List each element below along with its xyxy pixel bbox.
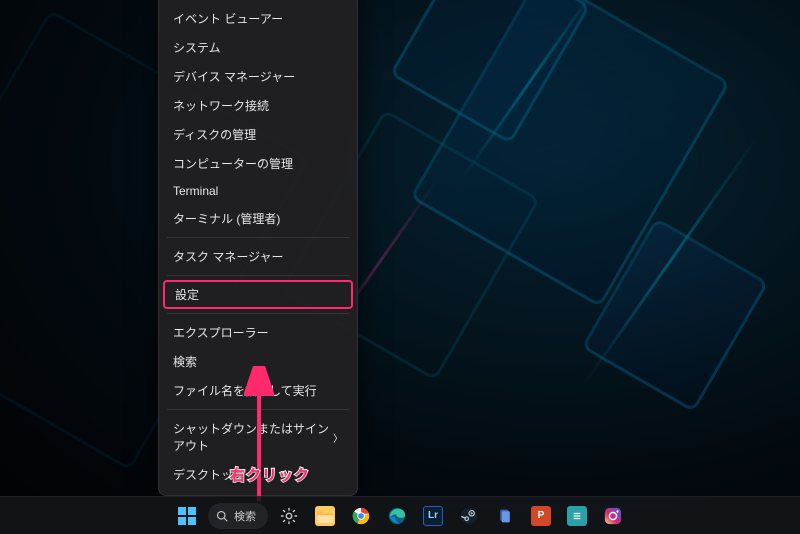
cm-run[interactable]: ファイル名を指定して実行	[159, 376, 357, 405]
cm-desktop[interactable]: デスクトップ	[159, 460, 357, 489]
chevron-right-icon: 〉	[333, 430, 343, 445]
cm-settings[interactable]: 設定	[163, 280, 353, 309]
cm-label: タスク マネージャー	[173, 248, 284, 265]
start-button[interactable]	[172, 501, 202, 531]
cm-label: ターミナル (管理者)	[173, 210, 280, 227]
cm-event-viewer[interactable]: イベント ビューアー	[159, 4, 357, 33]
cm-task-manager[interactable]: タスク マネージャー	[159, 242, 357, 271]
cm-device-manager[interactable]: デバイス マネージャー	[159, 62, 357, 91]
folder-icon	[315, 506, 335, 526]
cm-disk-management[interactable]: ディスクの管理	[159, 120, 357, 149]
cm-label: 検索	[173, 353, 197, 370]
taskbar-powerpoint[interactable]: P	[526, 501, 556, 531]
gear-icon	[280, 507, 298, 525]
cm-label: コンピューターの管理	[173, 155, 293, 172]
cm-network-connections[interactable]: ネットワーク接続	[159, 91, 357, 120]
cm-label: エクスプローラー	[173, 324, 269, 341]
taskbar-instagram[interactable]	[598, 501, 628, 531]
taskbar-explorer[interactable]	[310, 501, 340, 531]
cm-system[interactable]: システム	[159, 33, 357, 62]
cm-label: ファイル名を指定して実行	[173, 382, 317, 399]
cm-label: システム	[173, 39, 221, 56]
cm-separator	[167, 237, 349, 238]
taskbar-lightroom[interactable]: Lr	[418, 501, 448, 531]
steam-icon	[460, 507, 478, 525]
winx-context-menu: インストールされているアプリ 電源オプション イベント ビューアー システム デ…	[158, 0, 358, 496]
taskbar-teal-app[interactable]	[562, 501, 592, 531]
search-label: 検索	[234, 508, 256, 524]
cm-explorer[interactable]: エクスプローラー	[159, 318, 357, 347]
lightroom-icon: Lr	[423, 506, 443, 526]
cm-label: デバイス マネージャー	[173, 68, 295, 85]
cm-label: ネットワーク接続	[173, 97, 269, 114]
cm-computer-management[interactable]: コンピューターの管理	[159, 149, 357, 178]
cm-separator	[167, 275, 349, 276]
taskbar-steam[interactable]	[454, 501, 484, 531]
search-icon	[216, 510, 228, 522]
windows-icon	[178, 507, 196, 525]
taskbar: 検索	[0, 496, 800, 534]
cm-label: イベント ビューアー	[173, 10, 283, 27]
taskbar-search[interactable]: 検索	[208, 503, 268, 529]
instagram-icon	[604, 507, 622, 525]
cm-search[interactable]: 検索	[159, 347, 357, 376]
taskbar-settings[interactable]	[274, 501, 304, 531]
cm-label: シャットダウンまたはサインアウト	[173, 420, 333, 454]
cm-shutdown-signout[interactable]: シャットダウンまたはサインアウト 〉	[159, 414, 357, 460]
taskbar-files[interactable]	[490, 501, 520, 531]
cm-label: デスクトップ	[173, 466, 245, 483]
cm-terminal[interactable]: Terminal	[159, 178, 357, 204]
taskbar-edge[interactable]	[382, 501, 412, 531]
cm-terminal-admin[interactable]: ターミナル (管理者)	[159, 204, 357, 233]
menu-icon	[567, 506, 587, 526]
chrome-icon	[352, 507, 370, 525]
cm-label: ディスクの管理	[173, 126, 256, 143]
dim-overlay	[0, 0, 800, 534]
cm-label: 設定	[175, 286, 199, 303]
cm-separator	[167, 409, 349, 410]
powerpoint-icon: P	[531, 506, 551, 526]
cm-label: Terminal	[173, 184, 218, 198]
taskbar-chrome[interactable]	[346, 501, 376, 531]
docs-icon	[497, 508, 513, 524]
edge-icon	[388, 507, 406, 525]
cm-separator	[167, 313, 349, 314]
